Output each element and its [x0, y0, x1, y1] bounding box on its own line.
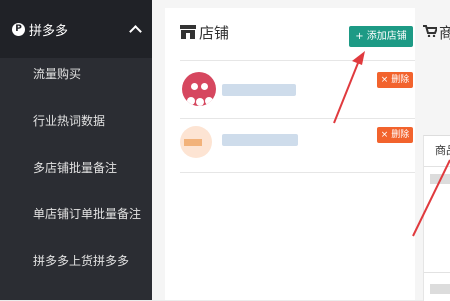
shopping-cart-icon: [423, 25, 437, 37]
sidebar-item-industry-keywords[interactable]: 行业热词数据: [0, 99, 152, 145]
sidebar-group-label: 拼多多: [29, 24, 69, 39]
store-name-redacted: [222, 134, 298, 146]
sidebar-item-label: 流量购买: [33, 67, 82, 81]
store-icon: [180, 25, 196, 39]
shop-panel-title: 店铺: [199, 24, 230, 42]
store-avatar: [180, 126, 212, 158]
product-column-header: 商品: [435, 144, 450, 157]
divider: [180, 172, 415, 173]
sidebar: P 拼多多 流量购买 行业热词数据 多店铺批量备注 单店铺订单批量备注 拼多多上…: [0, 0, 152, 300]
table-row-divider: [424, 272, 450, 273]
sidebar-item-pdd-listing[interactable]: 拼多多上货拼多多: [0, 239, 152, 285]
sidebar-item-label: 单店铺订单批量备注: [33, 207, 142, 221]
table-row[interactable]: [430, 284, 450, 294]
sidebar-group-header[interactable]: P 拼多多: [0, 0, 152, 58]
sidebar-item-single-store-order-notes[interactable]: 单店铺订单批量备注: [0, 192, 152, 238]
table-row-divider: [424, 166, 450, 167]
store-avatar: [182, 72, 216, 106]
sidebar-item-label: 拼多多上货拼多多: [33, 254, 130, 268]
table-row[interactable]: [430, 174, 450, 184]
product-panel-title: 商: [439, 24, 450, 42]
sidebar-item-multi-store-notes[interactable]: 多店铺批量备注: [0, 146, 152, 192]
delete-store-button[interactable]: × 删除: [377, 72, 413, 88]
pinduoduo-logo-icon: P: [12, 23, 25, 36]
sidebar-item-label: 多店铺批量备注: [33, 161, 118, 175]
sidebar-item-traffic-purchase[interactable]: 流量购买: [0, 52, 152, 98]
sidebar-item-label: 行业热词数据: [33, 114, 106, 128]
divider: [180, 118, 415, 119]
product-table: [423, 135, 450, 301]
divider: [180, 60, 415, 61]
add-store-button[interactable]: + 添加店铺: [349, 26, 413, 47]
chevron-up-icon[interactable]: [129, 25, 142, 38]
delete-store-button[interactable]: × 删除: [377, 127, 413, 143]
store-name-redacted: [222, 84, 296, 96]
